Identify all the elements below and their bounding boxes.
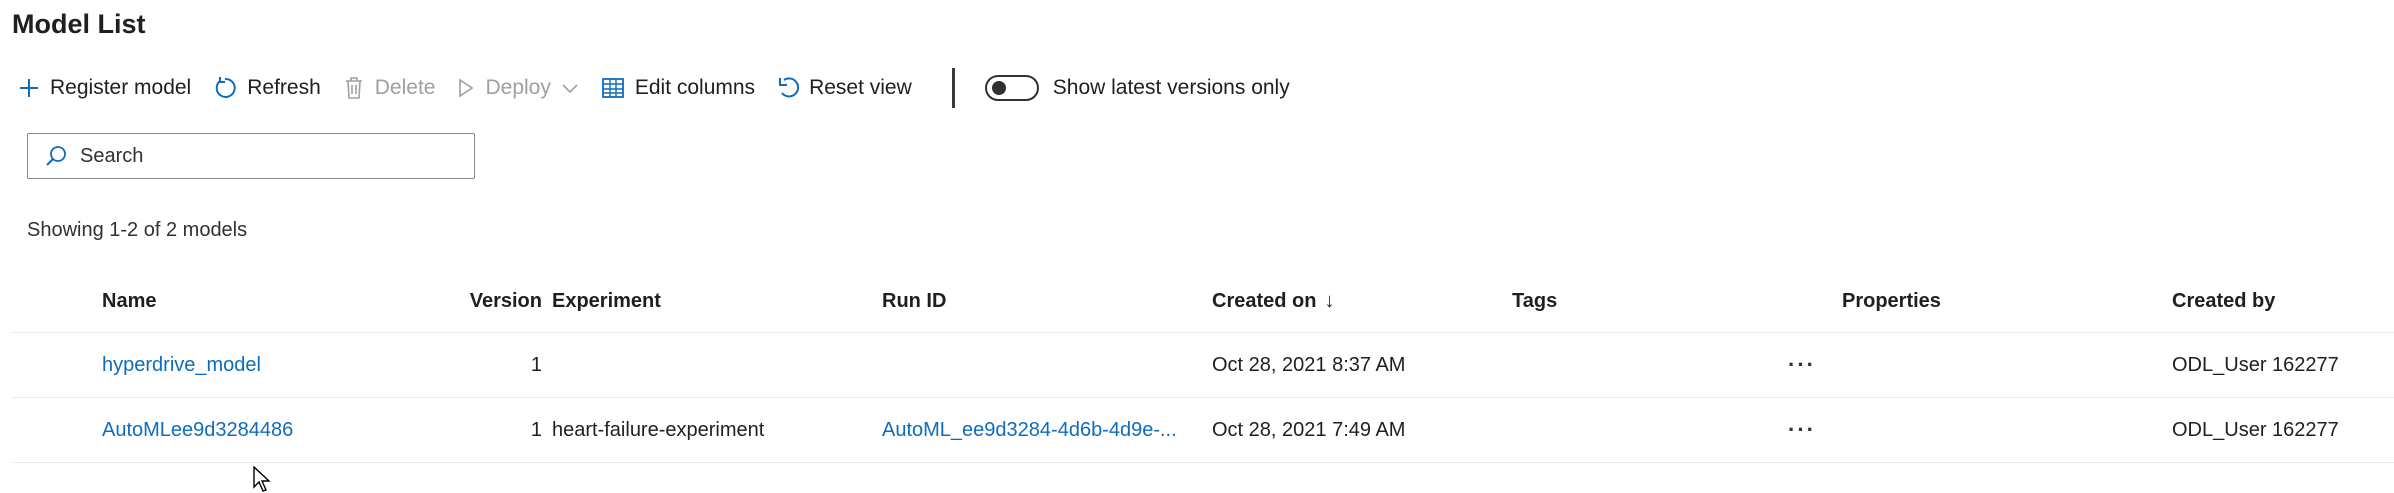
experiment-link[interactable] xyxy=(552,333,872,397)
chevron-down-icon xyxy=(562,84,578,94)
command-bar: Register model Refresh Delete Deploy Edi… xyxy=(18,66,1290,110)
created-on-cell: Oct 28, 2021 7:49 AM xyxy=(1212,418,1406,441)
version-cell: 1 xyxy=(530,418,542,441)
register-model-label: Register model xyxy=(50,76,192,99)
reset-view-label: Reset view xyxy=(809,76,912,99)
column-header-run-id[interactable]: Run ID xyxy=(882,270,1192,332)
run-id-link[interactable] xyxy=(882,333,1192,397)
plus-icon xyxy=(20,79,38,97)
experiment-cell: heart-failure-experiment xyxy=(552,418,765,441)
column-header-name[interactable]: Name xyxy=(102,270,432,332)
model-name-link[interactable]: hyperdrive_model xyxy=(102,333,432,397)
undo-icon xyxy=(779,77,800,98)
model-name-link[interactable]: AutoMLee9d3284486 xyxy=(102,398,432,462)
play-icon xyxy=(459,78,474,98)
table-row[interactable]: AutoMLee9d3284486 1 heart-failure-experi… xyxy=(12,398,2394,463)
trash-icon xyxy=(345,77,362,99)
column-header-created-by[interactable]: Created by xyxy=(2172,270,2394,332)
table-row[interactable]: hyperdrive_model 1 Oct 28, 2021 8:37 AM … xyxy=(12,333,2394,398)
search-input[interactable] xyxy=(78,143,462,169)
edit-columns-button[interactable]: Edit columns xyxy=(601,66,755,110)
properties-cell xyxy=(1842,333,2162,397)
mouse-pointer-icon xyxy=(253,466,271,492)
latest-versions-toggle[interactable] xyxy=(984,75,1039,101)
column-header-version[interactable]: Version xyxy=(432,270,542,332)
created-by-cell: ODL_User 162277 xyxy=(2172,353,2339,376)
refresh-button[interactable]: Refresh xyxy=(213,66,321,110)
column-header-experiment[interactable]: Experiment xyxy=(552,270,872,332)
refresh-label: Refresh xyxy=(247,76,321,99)
column-header-tags[interactable]: Tags xyxy=(1512,270,1762,332)
created-by-cell: ODL_User 162277 xyxy=(2172,418,2339,441)
result-count: Showing 1-2 of 2 models xyxy=(27,219,248,241)
delete-label: Delete xyxy=(374,76,436,99)
register-model-button[interactable]: Register model xyxy=(18,66,191,110)
sort-descending-icon: ↓ xyxy=(1324,289,1335,312)
run-id-link[interactable]: AutoML_ee9d3284-4d6b-4d9e-... xyxy=(882,398,1192,462)
latest-versions-toggle-group: Show latest versions only xyxy=(984,66,1290,110)
edit-columns-label: Edit columns xyxy=(634,76,756,99)
toolbar-divider xyxy=(951,68,955,108)
tags-cell xyxy=(1512,333,1762,397)
models-table: Name Version Experiment Run ID Created o… xyxy=(12,270,2394,463)
search-box[interactable] xyxy=(27,133,475,179)
created-on-header-label: Created on xyxy=(1212,289,1317,312)
deploy-button[interactable]: Deploy xyxy=(457,66,578,110)
delete-button[interactable]: Delete xyxy=(343,66,436,110)
page-title: Model List xyxy=(12,9,146,39)
more-options-icon[interactable]: ··· xyxy=(1772,398,1832,462)
refresh-icon xyxy=(215,77,236,98)
properties-cell xyxy=(1842,398,2162,462)
deploy-label: Deploy xyxy=(485,76,551,99)
latest-versions-toggle-label: Show latest versions only xyxy=(1052,76,1290,99)
tags-cell xyxy=(1512,398,1762,462)
reset-view-button[interactable]: Reset view xyxy=(777,66,912,110)
table-header-row: Name Version Experiment Run ID Created o… xyxy=(12,270,2394,333)
created-on-cell: Oct 28, 2021 8:37 AM xyxy=(1212,353,1406,376)
version-cell: 1 xyxy=(530,353,542,376)
search-icon xyxy=(46,146,66,166)
column-header-properties[interactable]: Properties xyxy=(1842,270,2162,332)
table-columns-icon xyxy=(601,78,624,98)
column-header-created-on[interactable]: Created on ↓ xyxy=(1212,270,1502,332)
toggle-knob xyxy=(991,81,1006,95)
more-options-icon[interactable]: ··· xyxy=(1772,333,1832,397)
